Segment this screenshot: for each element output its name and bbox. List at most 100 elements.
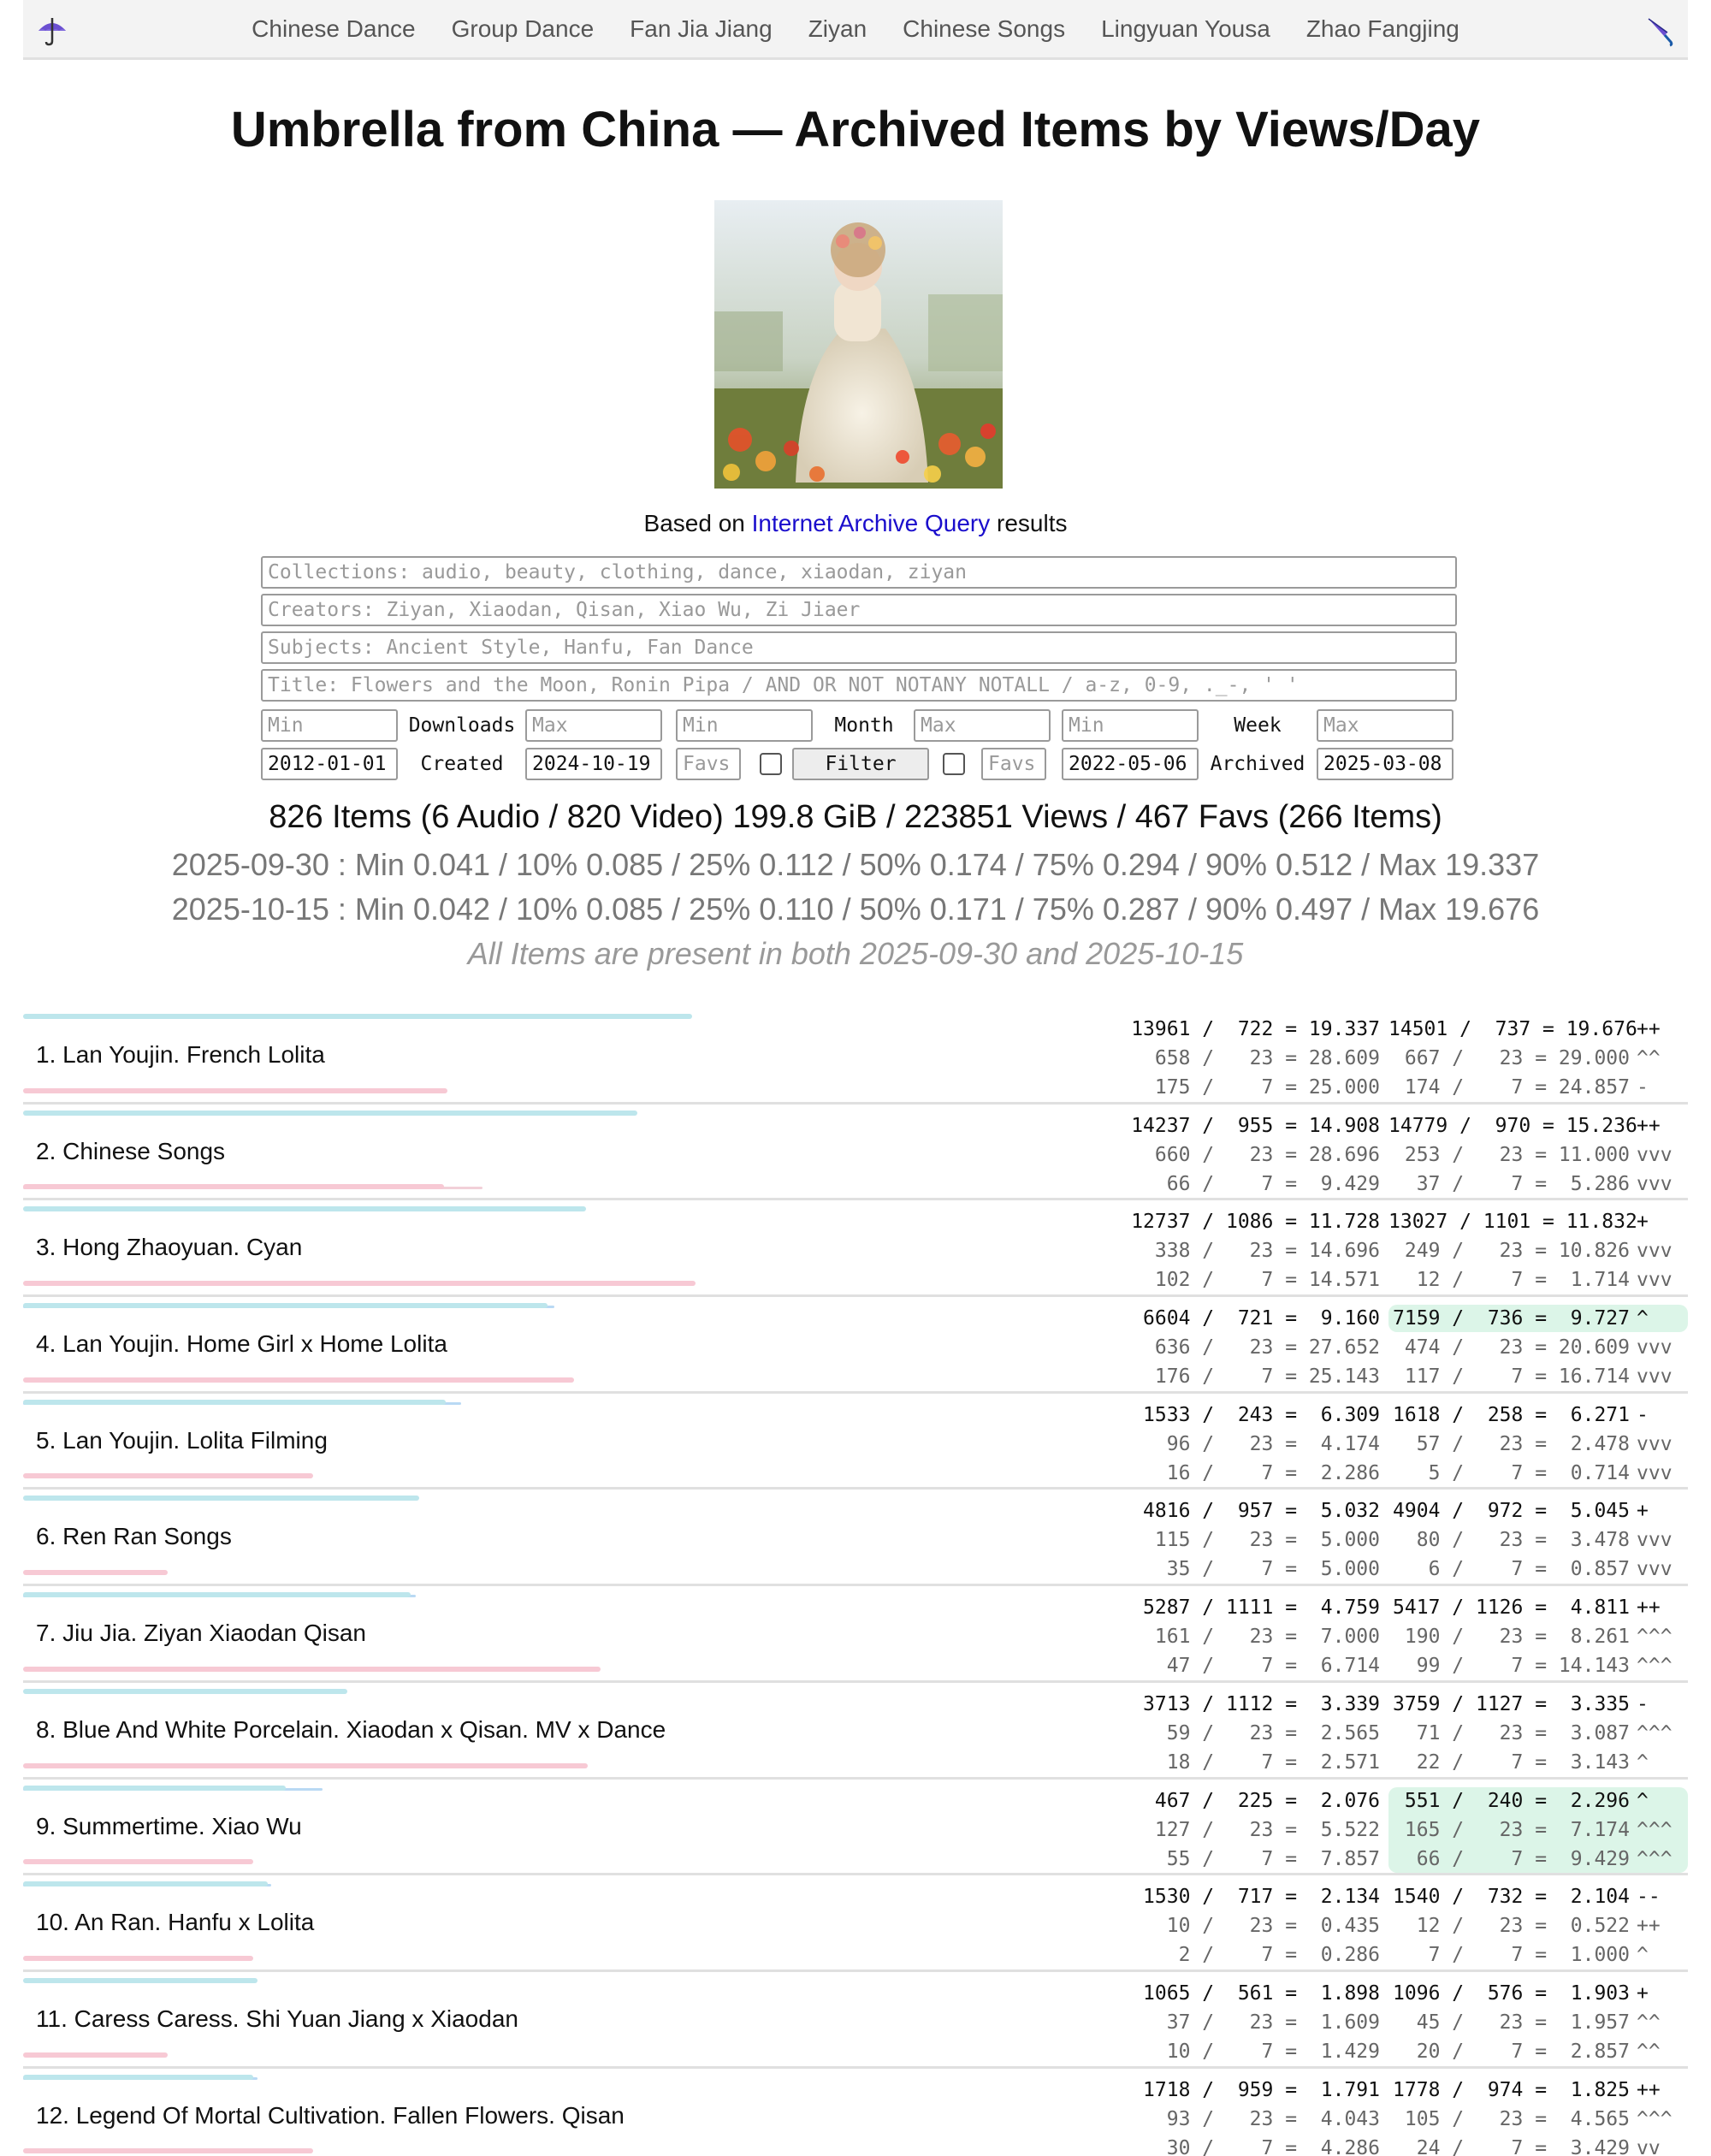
item-list: 1. Lan Youjin. French Lolita 13961 / 722 …	[23, 1008, 1688, 2156]
trend-marker: vvv	[1637, 1365, 1673, 1389]
list-item[interactable]: 8. Blue And White Porcelain. Xiaodan x Q…	[23, 1683, 1688, 1780]
list-item[interactable]: 10. An Ran. Hanfu x Lolita 1530 / 717 = 2…	[23, 1875, 1688, 1972]
old-ratio: 1065 / 561 = 1.898	[1143, 1981, 1380, 2005]
month-views-line: 338 / 23 = 14.696 249 / 23 = 10.826 vvv	[1110, 1236, 1688, 1265]
month-min-input[interactable]	[676, 709, 813, 742]
month-max-input[interactable]	[914, 709, 1051, 742]
creators-input[interactable]	[261, 594, 1457, 626]
month-views-line: 59 / 23 = 2.565 71 / 23 = 3.087 ^^^	[1110, 1719, 1688, 1748]
list-item[interactable]: 9. Summertime. Xiao Wu 467 / 225 = 2.076 5…	[23, 1780, 1688, 1876]
top-nav: Chinese Dance Group Dance Fan Jia Jiang Ziy…	[23, 0, 1688, 60]
week-views-line: 30 / 7 = 4.286 24 / 7 = 3.429 vv	[1110, 2134, 1688, 2156]
nav-link-zhao-fangjing[interactable]: Zhao Fangjing	[1288, 0, 1477, 58]
new-ratio: 7159 / 736 = 9.727	[1393, 1307, 1630, 1330]
old-ratio: 175 / 7 = 25.000	[1154, 1076, 1380, 1099]
presence-note: All Items are present in both 2025-09-30…	[467, 936, 1244, 971]
item-title-link[interactable]: 5. Lan Youjin. Lolita Filming	[36, 1394, 328, 1488]
trend-marker: vvv	[1637, 1558, 1673, 1581]
item-title-link[interactable]: 12. Legend Of Mortal Cultivation. Fallen…	[36, 2069, 625, 2156]
subjects-input[interactable]	[261, 631, 1457, 664]
total-views-line: 1718 / 959 = 1.791 1778 / 974 = 1.825 ++	[1110, 2076, 1688, 2105]
trend-marker: ^^	[1637, 2011, 1661, 2034]
week-max-input[interactable]	[1317, 709, 1453, 742]
item-title-link[interactable]: 10. An Ran. Hanfu x Lolita	[36, 1875, 314, 1969]
filter-button[interactable]: Filter	[792, 748, 929, 780]
new-ratio: 45 / 23 = 1.957	[1416, 2011, 1630, 2034]
nav-link-lingyuan-yousa[interactable]: Lingyuan Yousa	[1083, 0, 1288, 58]
list-item[interactable]: 4. Lan Youjin. Home Girl x Home Lolita 66…	[23, 1297, 1688, 1394]
trend-marker: ^^^	[1637, 1818, 1673, 1841]
title-input[interactable]	[261, 669, 1457, 702]
item-title-link[interactable]: 1. Lan Youjin. French Lolita	[36, 1008, 325, 1102]
total-views-line: 6604 / 721 = 9.160 7159 / 736 = 9.727 ^	[1110, 1304, 1688, 1333]
old-ratio: 5287 / 1111 = 4.759	[1143, 1596, 1380, 1620]
item-title-link[interactable]: 4. Lan Youjin. Home Girl x Home Lolita	[36, 1297, 447, 1391]
trend-marker: ^	[1637, 1750, 1649, 1774]
old-ratio: 66 / 7 = 9.429	[1166, 1172, 1380, 1195]
new-ratio: 12 / 23 = 0.522	[1416, 1915, 1630, 1938]
week-views-line: 176 / 7 = 25.143 117 / 7 = 16.714 vvv	[1110, 1362, 1688, 1391]
item-title-link[interactable]: 11. Caress Caress. Shi Yuan Jiang x Xiao…	[36, 1972, 518, 2066]
old-ratio: 176 / 7 = 25.143	[1154, 1365, 1380, 1389]
new-ratio: 22 / 7 = 3.143	[1416, 1750, 1630, 1774]
old-ratio: 127 / 23 = 5.522	[1154, 1818, 1380, 1841]
favs-min-input[interactable]	[676, 748, 741, 780]
item-title-link[interactable]: 6. Ren Ran Songs	[36, 1490, 232, 1584]
based-prefix: Based on	[643, 510, 745, 536]
old-ratio: 55 / 7 = 7.857	[1166, 1847, 1380, 1870]
downloads-max-input[interactable]	[525, 709, 662, 742]
trend-marker: ^^^	[1637, 1847, 1673, 1870]
nav-link-chinese-songs[interactable]: Chinese Songs	[885, 0, 1083, 58]
item-title-link[interactable]: 9. Summertime. Xiao Wu	[36, 1780, 302, 1874]
list-item[interactable]: 7. Jiu Jia. Ziyan Xiaodan Qisan 5287 / 11…	[23, 1586, 1688, 1683]
new-ratio: 249 / 23 = 10.826	[1404, 1240, 1630, 1263]
list-item[interactable]: 11. Caress Caress. Shi Yuan Jiang x Xiao…	[23, 1972, 1688, 2069]
item-stats: 13961 / 722 = 19.337 14501 / 737 = 19.676…	[1110, 1015, 1688, 1102]
week-views-line: 66 / 7 = 9.429 37 / 7 = 5.286 vvv	[1110, 1170, 1688, 1199]
total-views-line: 1530 / 717 = 2.134 1540 / 732 = 2.104 --	[1110, 1882, 1688, 1911]
nav-link-fan-jia-jiang[interactable]: Fan Jia Jiang	[612, 0, 790, 58]
total-views-line: 467 / 225 = 2.076 551 / 240 = 2.296 ^	[1110, 1786, 1688, 1815]
nav-link-group-dance[interactable]: Group Dance	[434, 0, 613, 58]
nav-link-ziyan[interactable]: Ziyan	[790, 0, 885, 58]
list-item[interactable]: 3. Hong Zhaoyuan. Cyan 12737 / 1086 = 11.…	[23, 1200, 1688, 1298]
internet-archive-query-link[interactable]: Internet Archive Query	[752, 510, 991, 536]
week-min-input[interactable]	[1062, 709, 1199, 742]
list-item[interactable]: 12. Legend Of Mortal Cultivation. Fallen…	[23, 2069, 1688, 2156]
created-from-input[interactable]	[261, 748, 398, 780]
item-title-link[interactable]: 8. Blue And White Porcelain. Xiaodan x Q…	[36, 1683, 666, 1777]
item-stats: 6604 / 721 = 9.160 7159 / 736 = 9.727 ^ 636…	[1110, 1304, 1688, 1391]
trend-marker: vvv	[1637, 1336, 1673, 1359]
closed-umbrella-icon[interactable]	[1642, 14, 1676, 48]
trend-marker: ++	[1637, 1915, 1661, 1938]
list-item[interactable]: 6. Ren Ran Songs 4816 / 957 = 5.032 4904 /…	[23, 1490, 1688, 1587]
favs-max-input[interactable]	[981, 748, 1046, 780]
month-views-line: 161 / 23 = 7.000 190 / 23 = 8.261 ^^^	[1110, 1622, 1688, 1651]
month-views-line: 37 / 23 = 1.609 45 / 23 = 1.957 ^^	[1110, 2008, 1688, 2037]
list-item[interactable]: 1. Lan Youjin. French Lolita 13961 / 722 …	[23, 1008, 1688, 1105]
list-item[interactable]: 5. Lan Youjin. Lolita Filming 1533 / 243 …	[23, 1394, 1688, 1490]
item-title-link[interactable]: 3. Hong Zhaoyuan. Cyan	[36, 1200, 302, 1294]
trend-marker: ^^	[1637, 2040, 1661, 2063]
total-views-line: 1065 / 561 = 1.898 1096 / 576 = 1.903 +	[1110, 1979, 1688, 2008]
archived-to-input[interactable]	[1317, 748, 1453, 780]
favs-min-checkbox[interactable]	[760, 753, 782, 775]
based-on-text: Based on Internet Archive Query results	[0, 510, 1711, 537]
item-stats: 1530 / 717 = 2.134 1540 / 732 = 2.104 -- 10…	[1110, 1882, 1688, 1969]
created-to-input[interactable]	[525, 748, 662, 780]
old-ratio: 18 / 7 = 2.571	[1166, 1750, 1380, 1774]
list-item[interactable]: 2. Chinese Songs 14237 / 955 = 14.908 1477…	[23, 1105, 1688, 1201]
week-views-line: 35 / 7 = 5.000 6 / 7 = 0.857 vvv	[1110, 1555, 1688, 1584]
favs-max-checkbox[interactable]	[943, 753, 965, 775]
downloads-min-input[interactable]	[261, 709, 398, 742]
item-stats: 3713 / 1112 = 3.339 3759 / 1127 = 3.335- 5…	[1110, 1690, 1688, 1777]
collections-input[interactable]	[261, 556, 1457, 589]
month-views-line: 127 / 23 = 5.522 165 / 23 = 7.174 ^^^	[1110, 1815, 1688, 1845]
item-title-link[interactable]: 2. Chinese Songs	[36, 1105, 225, 1199]
new-ratio: 190 / 23 = 8.261	[1404, 1626, 1630, 1649]
item-title-link[interactable]: 7. Jiu Jia. Ziyan Xiaodan Qisan	[36, 1586, 366, 1680]
archived-from-input[interactable]	[1062, 748, 1199, 780]
week-views-line: 102 / 7 = 14.571 12 / 7 = 1.714 vvv	[1110, 1265, 1688, 1294]
nav-link-chinese-dance[interactable]: Chinese Dance	[234, 0, 433, 58]
old-ratio: 161 / 23 = 7.000	[1154, 1626, 1380, 1649]
